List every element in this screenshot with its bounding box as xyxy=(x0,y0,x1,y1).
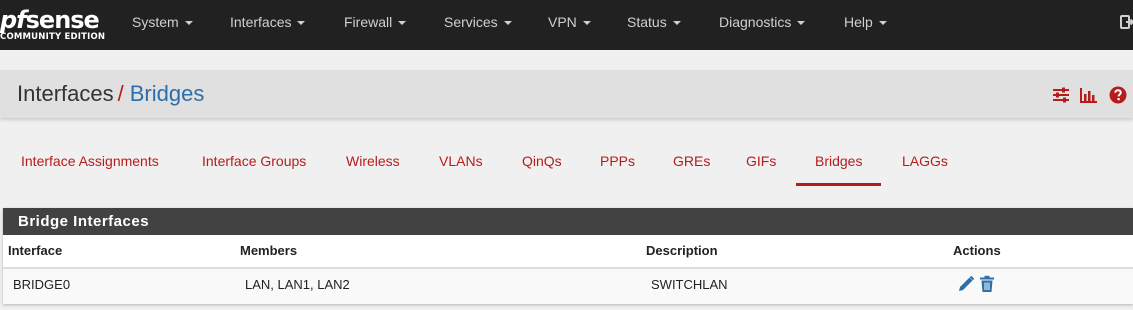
bridge-interfaces-panel: Bridge Interfaces Interface Members Desc… xyxy=(3,208,1133,304)
cell-members: LAN, LAN1, LAN2 xyxy=(245,277,350,292)
logo-edition: COMMUNITY EDITION xyxy=(0,32,106,42)
tab-bar: Interface Assignments Interface Groups W… xyxy=(0,140,1133,188)
question-circle-icon[interactable] xyxy=(1109,86,1127,104)
pfsense-logo[interactable]: pfsense COMMUNITY EDITION xyxy=(0,6,106,46)
nav-system[interactable]: System xyxy=(132,0,193,44)
logo-wordmark: pfsense xyxy=(0,6,100,34)
breadcrumb: Interfaces / Bridges xyxy=(17,81,204,107)
tab-qinqs[interactable]: QinQs xyxy=(503,140,581,186)
tab-gifs[interactable]: GIFs xyxy=(727,140,795,186)
caret-down-icon xyxy=(797,21,806,26)
caret-down-icon xyxy=(582,21,591,26)
nav-status[interactable]: Status xyxy=(627,0,681,44)
caret-down-icon xyxy=(398,21,407,26)
top-navbar: pfsense COMMUNITY EDITION System Interfa… xyxy=(0,0,1133,50)
tab-gres[interactable]: GREs xyxy=(654,140,729,186)
caret-down-icon xyxy=(184,21,193,26)
nav-firewall[interactable]: Firewall xyxy=(344,0,407,44)
column-header-interface: Interface xyxy=(8,243,63,258)
breadcrumb-parent[interactable]: Interfaces xyxy=(17,81,114,106)
tab-interface-groups[interactable]: Interface Groups xyxy=(183,140,325,186)
caret-down-icon xyxy=(297,21,306,26)
cell-description: SWITCHLAN xyxy=(651,277,728,292)
tab-bridges[interactable]: Bridges xyxy=(796,140,882,186)
delete-trash-icon[interactable] xyxy=(978,275,996,293)
breadcrumb-current[interactable]: Bridges xyxy=(130,81,205,106)
caret-down-icon xyxy=(878,21,887,26)
nav-help[interactable]: Help xyxy=(844,0,887,44)
logout-icon[interactable] xyxy=(1120,14,1133,30)
nav-interfaces[interactable]: Interfaces xyxy=(230,0,306,44)
column-header-description: Description xyxy=(646,243,718,258)
tab-ppps[interactable]: PPPs xyxy=(581,140,654,186)
sliders-icon[interactable] xyxy=(1052,86,1070,104)
nav-vpn[interactable]: VPN xyxy=(548,0,591,44)
column-header-actions: Actions xyxy=(953,243,1001,258)
nav-diagnostics[interactable]: Diagnostics xyxy=(719,0,806,44)
caret-down-icon xyxy=(503,21,512,26)
tab-laggs[interactable]: LAGGs xyxy=(883,140,967,186)
column-header-members: Members xyxy=(240,243,298,258)
cell-interface: BRIDGE0 xyxy=(13,277,71,292)
panel-title: Bridge Interfaces xyxy=(3,208,1133,235)
tab-vlans[interactable]: VLANs xyxy=(420,140,502,186)
nav-services[interactable]: Services xyxy=(444,0,512,44)
page-header: Interfaces / Bridges xyxy=(0,70,1133,118)
breadcrumb-separator: / xyxy=(117,81,124,106)
tab-wireless[interactable]: Wireless xyxy=(327,140,419,186)
bar-chart-icon[interactable] xyxy=(1080,86,1098,104)
edit-pencil-icon[interactable] xyxy=(957,275,975,293)
tab-interface-assignments[interactable]: Interface Assignments xyxy=(2,140,178,186)
caret-down-icon xyxy=(672,21,681,26)
